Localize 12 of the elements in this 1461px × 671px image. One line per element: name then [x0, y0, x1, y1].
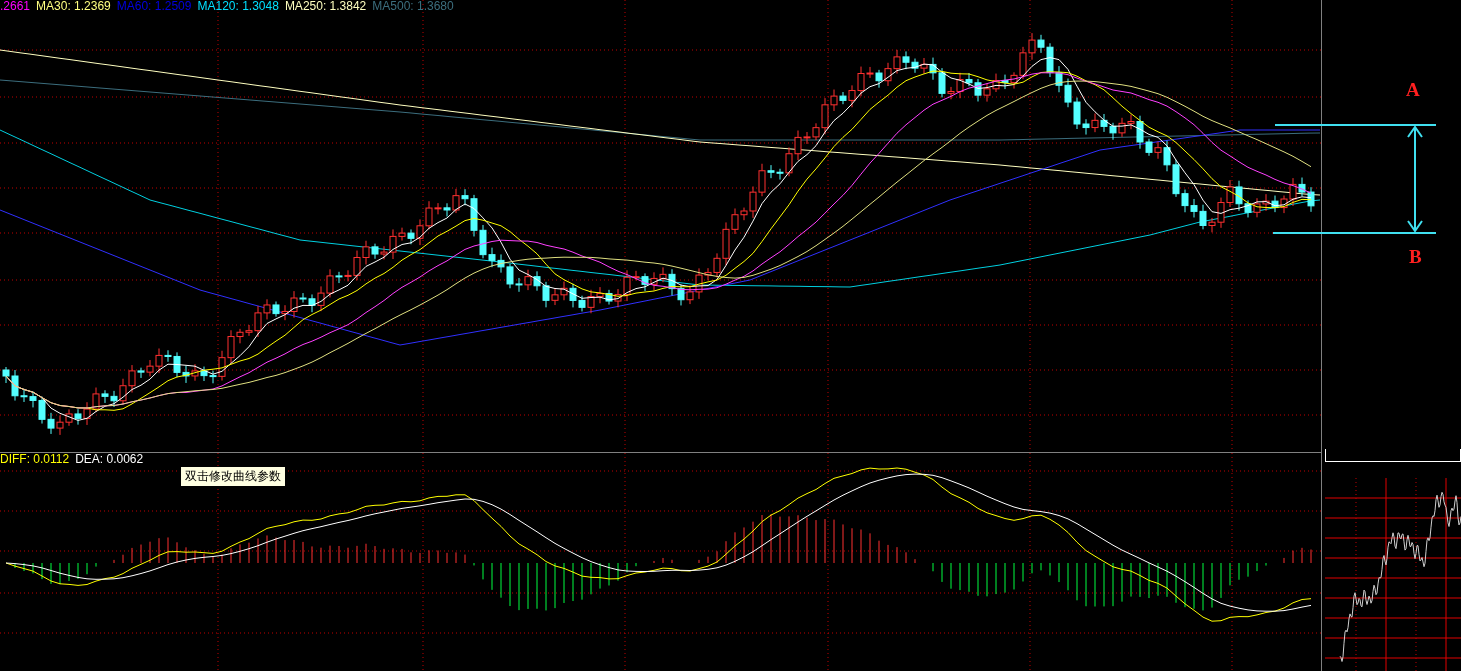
indicator-value: .2661 — [0, 0, 31, 13]
indicator-value: MA500: 1.3680 — [372, 0, 454, 13]
indicator-value: DEA: 0.0062 — [75, 453, 144, 466]
indicator-value: MA30: 1.2369 — [36, 0, 111, 13]
indicator-value: DIFF: 0.0112 — [0, 453, 70, 466]
indicator-value: MA60: 1.2509 — [116, 0, 192, 13]
tooltip: 双击修改曲线参数 — [180, 466, 286, 487]
indicator-value: MA120: 1.3048 — [197, 0, 279, 13]
range-label: B — [1409, 247, 1422, 267]
range-label: A — [1406, 80, 1420, 100]
double-arrow-icon — [1407, 125, 1423, 233]
indicator-value: MA250: 1.3842 — [284, 0, 367, 13]
